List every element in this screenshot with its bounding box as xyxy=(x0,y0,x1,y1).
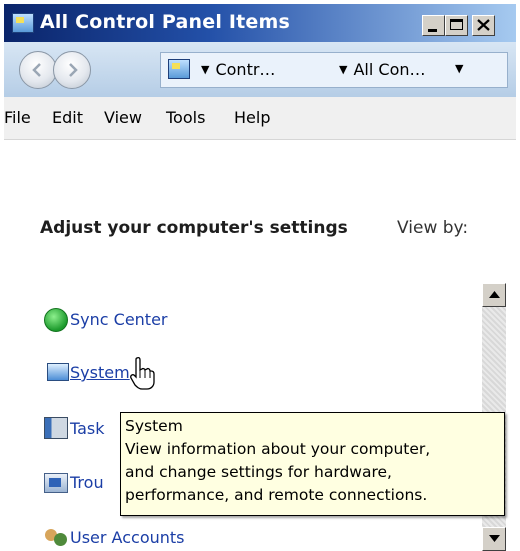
close-icon xyxy=(477,19,490,31)
sync-center-icon xyxy=(44,308,68,332)
page-heading: Adjust your computer's settings xyxy=(40,218,348,238)
address-field[interactable]: ▼ Contr… ▼ All Con… ▼ xyxy=(160,52,508,88)
view-by-label[interactable]: View by: xyxy=(397,218,468,238)
chevron-down-icon: ▼ xyxy=(339,63,348,76)
item-label: Sync Center xyxy=(70,310,168,329)
control-panel-window: All Control Panel Items ▼ Contr… ▼ All C… xyxy=(0,0,520,551)
tooltip-title: System xyxy=(125,417,183,435)
minimize-icon xyxy=(428,29,437,32)
tooltip-line: performance, and remote connections. xyxy=(125,486,428,504)
menu-file[interactable]: File xyxy=(4,108,31,127)
chevron-down-icon: ▼ xyxy=(201,63,210,76)
taskbar-icon xyxy=(44,417,68,439)
tooltip-line: and change settings for hardware, xyxy=(125,463,392,481)
address-bar: ▼ Contr… ▼ All Con… ▼ xyxy=(4,42,516,97)
title-bar[interactable]: All Control Panel Items xyxy=(4,4,516,42)
back-arrow-icon xyxy=(32,63,41,77)
item-label: System xyxy=(70,363,130,382)
hand-cursor-icon xyxy=(130,356,155,390)
scroll-down-button[interactable] xyxy=(482,527,506,551)
item-label: User Accounts xyxy=(70,528,185,547)
item-label: Task xyxy=(70,419,105,438)
maximize-icon xyxy=(450,19,463,30)
address-dropdown-icon[interactable]: ▼ xyxy=(455,62,463,75)
maximize-button[interactable] xyxy=(445,15,468,36)
menu-bar: File Edit View Tools Help xyxy=(4,97,516,140)
system-icon xyxy=(47,363,69,381)
menu-help[interactable]: Help xyxy=(234,108,270,127)
user-accounts-icon xyxy=(44,526,68,550)
arrow-up-icon xyxy=(489,291,500,298)
forward-arrow-icon xyxy=(69,63,78,77)
arrow-down-icon xyxy=(489,535,500,542)
tooltip-line: View information about your computer, xyxy=(125,440,431,458)
menu-edit[interactable]: Edit xyxy=(52,108,83,127)
back-button[interactable] xyxy=(19,51,57,89)
system-tooltip: System View information about your compu… xyxy=(120,412,505,516)
menu-view[interactable]: View xyxy=(104,108,142,127)
menu-tools[interactable]: Tools xyxy=(166,108,205,127)
close-button[interactable] xyxy=(472,15,495,36)
breadcrumb-all-items[interactable]: ▼ All Con… xyxy=(339,60,426,79)
control-panel-icon xyxy=(168,59,190,79)
forward-button[interactable] xyxy=(53,51,91,89)
window-title: All Control Panel Items xyxy=(40,11,291,33)
control-panel-icon xyxy=(12,13,34,33)
minimize-button[interactable] xyxy=(422,15,445,36)
scroll-up-button[interactable] xyxy=(482,283,506,307)
breadcrumb-control-panel[interactable]: ▼ Contr… xyxy=(201,60,275,79)
troubleshooting-icon xyxy=(44,473,68,493)
item-label: Trou xyxy=(70,473,104,492)
